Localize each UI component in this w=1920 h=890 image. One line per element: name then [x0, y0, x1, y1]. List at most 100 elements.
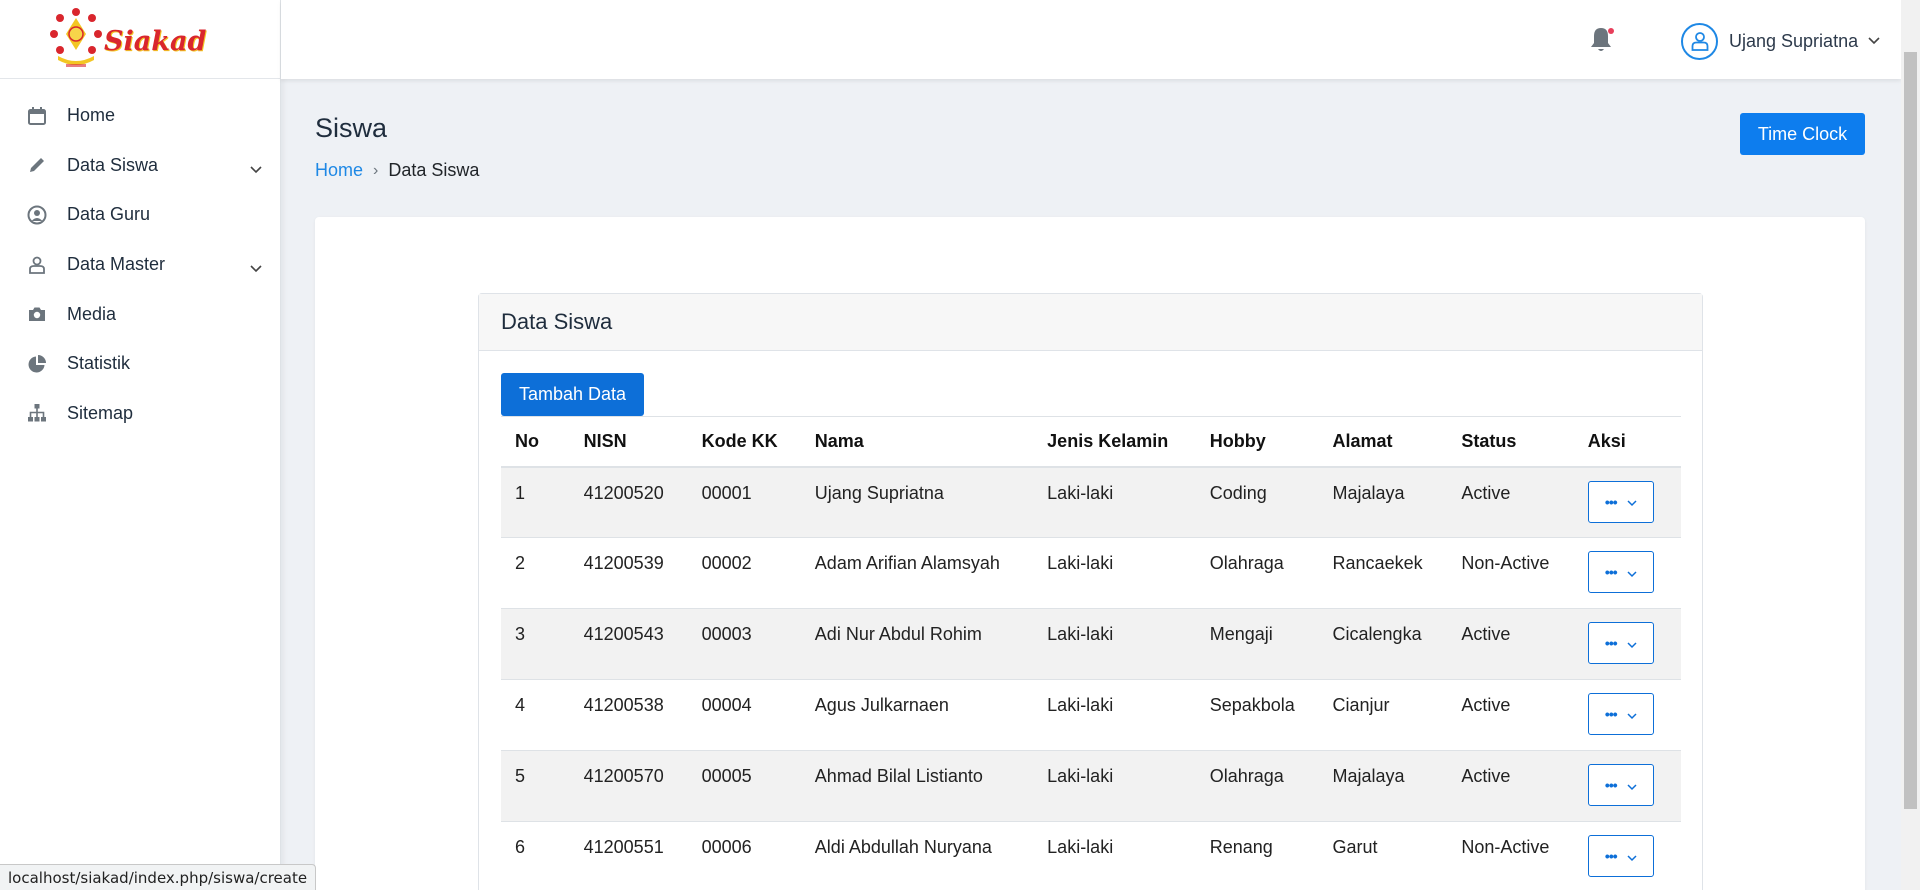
- column-header: Aksi: [1573, 416, 1681, 468]
- page-scrollbar[interactable]: [1901, 0, 1920, 890]
- table-cell: Active: [1447, 608, 1574, 680]
- breadcrumb-home-link[interactable]: Home: [315, 160, 363, 181]
- chevron-down-icon: [250, 158, 262, 179]
- column-header: No: [501, 416, 570, 468]
- table-cell: Laki-laki: [1033, 821, 1196, 890]
- user-circle-icon: [26, 204, 48, 226]
- logo[interactable]: Siakad: [0, 0, 280, 79]
- camera-icon: [26, 303, 48, 325]
- sidebar-item-label: Media: [67, 303, 117, 324]
- chevron-down-icon: [1627, 562, 1637, 583]
- column-header: Hobby: [1195, 416, 1319, 468]
- breadcrumb-separator-icon: ›: [373, 161, 379, 179]
- row-actions-dropdown-button[interactable]: •••: [1587, 622, 1654, 664]
- table-cell: 41200520: [569, 466, 688, 538]
- column-header: Status: [1447, 416, 1574, 468]
- table-cell: 41200551: [569, 821, 688, 890]
- top-navbar: Ujang Supriatna: [281, 0, 1901, 79]
- browser-status-url: localhost/siakad/index.php/siswa/create: [0, 864, 317, 890]
- table-body: 1 41200520 00001 Ujang Supriatna Laki-laki Co…: [501, 466, 1681, 890]
- table-cell: 00002: [687, 537, 801, 609]
- sidebar-item-sitemap[interactable]: Sitemap: [0, 389, 280, 439]
- card-title: Data Siswa: [479, 294, 1702, 351]
- table-cell: Laki-laki: [1033, 466, 1196, 538]
- breadcrumb-current: Data Siswa: [388, 160, 480, 180]
- table-cell: Majalaya: [1318, 750, 1448, 822]
- sidebar-item-data-guru[interactable]: Data Guru: [0, 190, 280, 240]
- column-header: Jenis Kelamin: [1033, 416, 1196, 468]
- table-cell: 2: [501, 537, 570, 609]
- chevron-down-icon: [1627, 633, 1637, 654]
- row-actions-dropdown-button[interactable]: •••: [1587, 835, 1654, 877]
- table-cell: Non-Active: [1447, 821, 1574, 890]
- table-row: 1 41200520 00001 Ujang Supriatna Laki-laki Co…: [501, 466, 1681, 538]
- table-row: 3 41200543 00003 Adi Nur Abdul Rohim Laki-la…: [501, 608, 1681, 680]
- table-row: 6 41200551 00006 Aldi Abdullah Nuryana Laki-…: [501, 821, 1681, 890]
- sidebar-item-label: Data Master: [67, 254, 166, 275]
- table-cell-actions: •••: [1573, 750, 1681, 822]
- user-outline-icon: [26, 254, 48, 276]
- pencil-icon: [26, 154, 48, 176]
- sidebar-item-media[interactable]: Media: [0, 289, 280, 339]
- chevron-down-icon: [1627, 846, 1637, 867]
- table-cell: 6: [501, 821, 570, 890]
- table-cell: 00006: [687, 821, 801, 890]
- chevron-down-icon: [1627, 704, 1637, 725]
- table-cell: Laki-laki: [1033, 679, 1196, 751]
- table-cell: Laki-laki: [1033, 537, 1196, 609]
- table-cell: Cianjur: [1318, 679, 1448, 751]
- table-cell: Adam Arifian Alamsyah: [800, 537, 1034, 609]
- chevron-down-icon: [1627, 491, 1637, 512]
- more-dots-icon: •••: [1604, 635, 1618, 651]
- row-actions-dropdown-button[interactable]: •••: [1587, 764, 1654, 806]
- table-header-row: No NISN Kode KK Nama Jenis Kelamin Hobby Alama…: [501, 416, 1681, 468]
- table-cell: Laki-laki: [1033, 750, 1196, 822]
- row-actions-dropdown-button[interactable]: •••: [1587, 480, 1654, 523]
- table-cell: Active: [1447, 466, 1574, 538]
- table-cell: 41200570: [569, 750, 688, 822]
- table-row: 2 41200539 00002 Adam Arifian Alamsyah Laki-…: [501, 537, 1681, 609]
- time-clock-button[interactable]: Time Clock: [1740, 113, 1865, 155]
- table-cell-actions: •••: [1573, 679, 1681, 751]
- column-header: NISN: [569, 416, 688, 468]
- table-cell: 41200538: [569, 679, 688, 751]
- table-cell: 1: [501, 466, 570, 538]
- sidebar-item-label: Sitemap: [67, 402, 134, 423]
- sidebar-item-data-master[interactable]: Data Master: [0, 240, 280, 290]
- table-cell: Ujang Supriatna: [800, 466, 1034, 538]
- table-cell: Non-Active: [1447, 537, 1574, 609]
- table-cell: 00005: [687, 750, 801, 822]
- user-menu[interactable]: Ujang Supriatna: [1681, 22, 1880, 60]
- table-cell: Active: [1447, 750, 1574, 822]
- table-cell: Olahraga: [1195, 750, 1319, 822]
- table-cell: Laki-laki: [1033, 608, 1196, 680]
- scrollbar-thumb[interactable]: [1904, 52, 1917, 809]
- breadcrumb: Home › Data Siswa: [315, 160, 479, 181]
- data-siswa-card: Data Siswa Tambah Data No NISN Kode KK Nama…: [478, 293, 1703, 890]
- more-dots-icon: •••: [1604, 564, 1618, 580]
- sidebar-item-home[interactable]: Home: [0, 91, 280, 141]
- column-header: Alamat: [1318, 416, 1448, 468]
- table-cell-actions: •••: [1573, 821, 1681, 890]
- user-name: Ujang Supriatna: [1729, 30, 1859, 51]
- chevron-down-icon: [1868, 32, 1880, 50]
- table-cell: 3: [501, 608, 570, 680]
- table-cell: 00003: [687, 608, 801, 680]
- sidebar-item-label: Data Guru: [67, 204, 151, 225]
- table-cell: Active: [1447, 679, 1574, 751]
- sidebar-item-data-siswa[interactable]: Data Siswa: [0, 141, 280, 191]
- table-cell: 00001: [687, 466, 801, 538]
- table-cell: 4: [501, 679, 570, 751]
- sidebar-item-label: Statistik: [67, 353, 131, 374]
- table-cell: Agus Julkarnaen: [800, 679, 1034, 751]
- notification-bell-icon[interactable]: [1588, 25, 1616, 55]
- row-actions-dropdown-button[interactable]: •••: [1587, 551, 1654, 593]
- sitemap-icon: [26, 402, 48, 424]
- avatar-icon: [1681, 22, 1718, 60]
- sidebar-item-statistik[interactable]: Statistik: [0, 339, 280, 389]
- add-data-button[interactable]: Tambah Data: [501, 373, 644, 416]
- page-title: Siswa: [315, 113, 388, 143]
- table-cell: Garut: [1318, 821, 1448, 890]
- sidebar-item-label: Home: [67, 105, 116, 126]
- row-actions-dropdown-button[interactable]: •••: [1587, 693, 1654, 735]
